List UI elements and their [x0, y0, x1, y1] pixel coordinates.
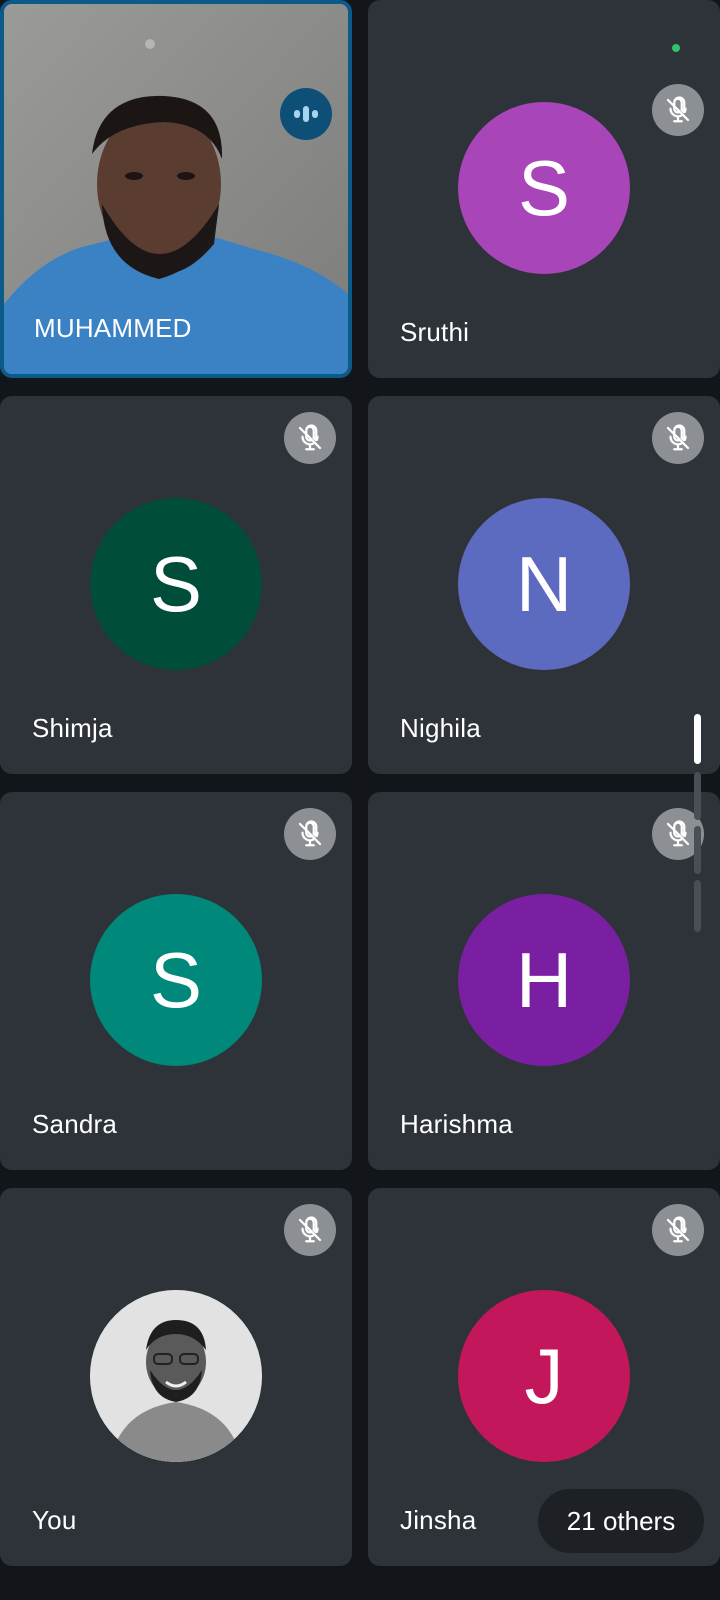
mic-off-icon — [652, 412, 704, 464]
scrollbar-track-segment — [694, 880, 701, 932]
participant-tile-sandra[interactable]: S Sandra — [0, 792, 352, 1170]
participant-name: Harishma — [400, 1109, 513, 1139]
participant-tile-muhammed[interactable]: MUHAMMED — [0, 0, 352, 378]
participant-tile-you[interactable]: You — [0, 1188, 352, 1566]
avatar: J — [458, 1290, 630, 1462]
participant-tile-harishma[interactable]: H Harishma — [368, 792, 720, 1170]
scrollbar-thumb[interactable] — [694, 714, 701, 764]
mic-off-icon — [284, 1204, 336, 1256]
mic-off-icon — [652, 84, 704, 136]
participant-tile-shimja[interactable]: S Shimja — [0, 396, 352, 774]
avatar: S — [90, 894, 262, 1066]
participant-name: Sruthi — [400, 317, 470, 347]
scrollbar-track-segment — [694, 772, 701, 820]
mic-off-icon — [284, 412, 336, 464]
participant-name: Sandra — [32, 1109, 118, 1139]
participant-tile-sruthi[interactable]: S Sruthi — [368, 0, 720, 378]
participant-name: Jinsha — [400, 1505, 477, 1535]
others-count-button[interactable]: 21 others — [538, 1489, 704, 1553]
avatar: H — [458, 894, 630, 1066]
scrollbar-track-segment — [694, 826, 701, 874]
audio-level-icon — [280, 88, 332, 140]
avatar: S — [90, 498, 262, 670]
participant-name: MUHAMMED — [34, 313, 192, 343]
mic-off-icon — [652, 1204, 704, 1256]
avatar: N — [458, 498, 630, 670]
avatar: S — [458, 102, 630, 274]
participant-name: Nighila — [400, 713, 481, 743]
participant-tile-nighila[interactable]: N Nighila — [368, 396, 720, 774]
mic-off-icon — [284, 808, 336, 860]
profile-photo-avatar — [90, 1290, 262, 1462]
participant-grid: MUHAMMED S Sruthi S Shimja N Nighila S S… — [0, 0, 720, 1600]
active-indicator — [672, 44, 680, 52]
participant-name: Shimja — [32, 713, 113, 743]
participant-name: You — [32, 1505, 77, 1535]
